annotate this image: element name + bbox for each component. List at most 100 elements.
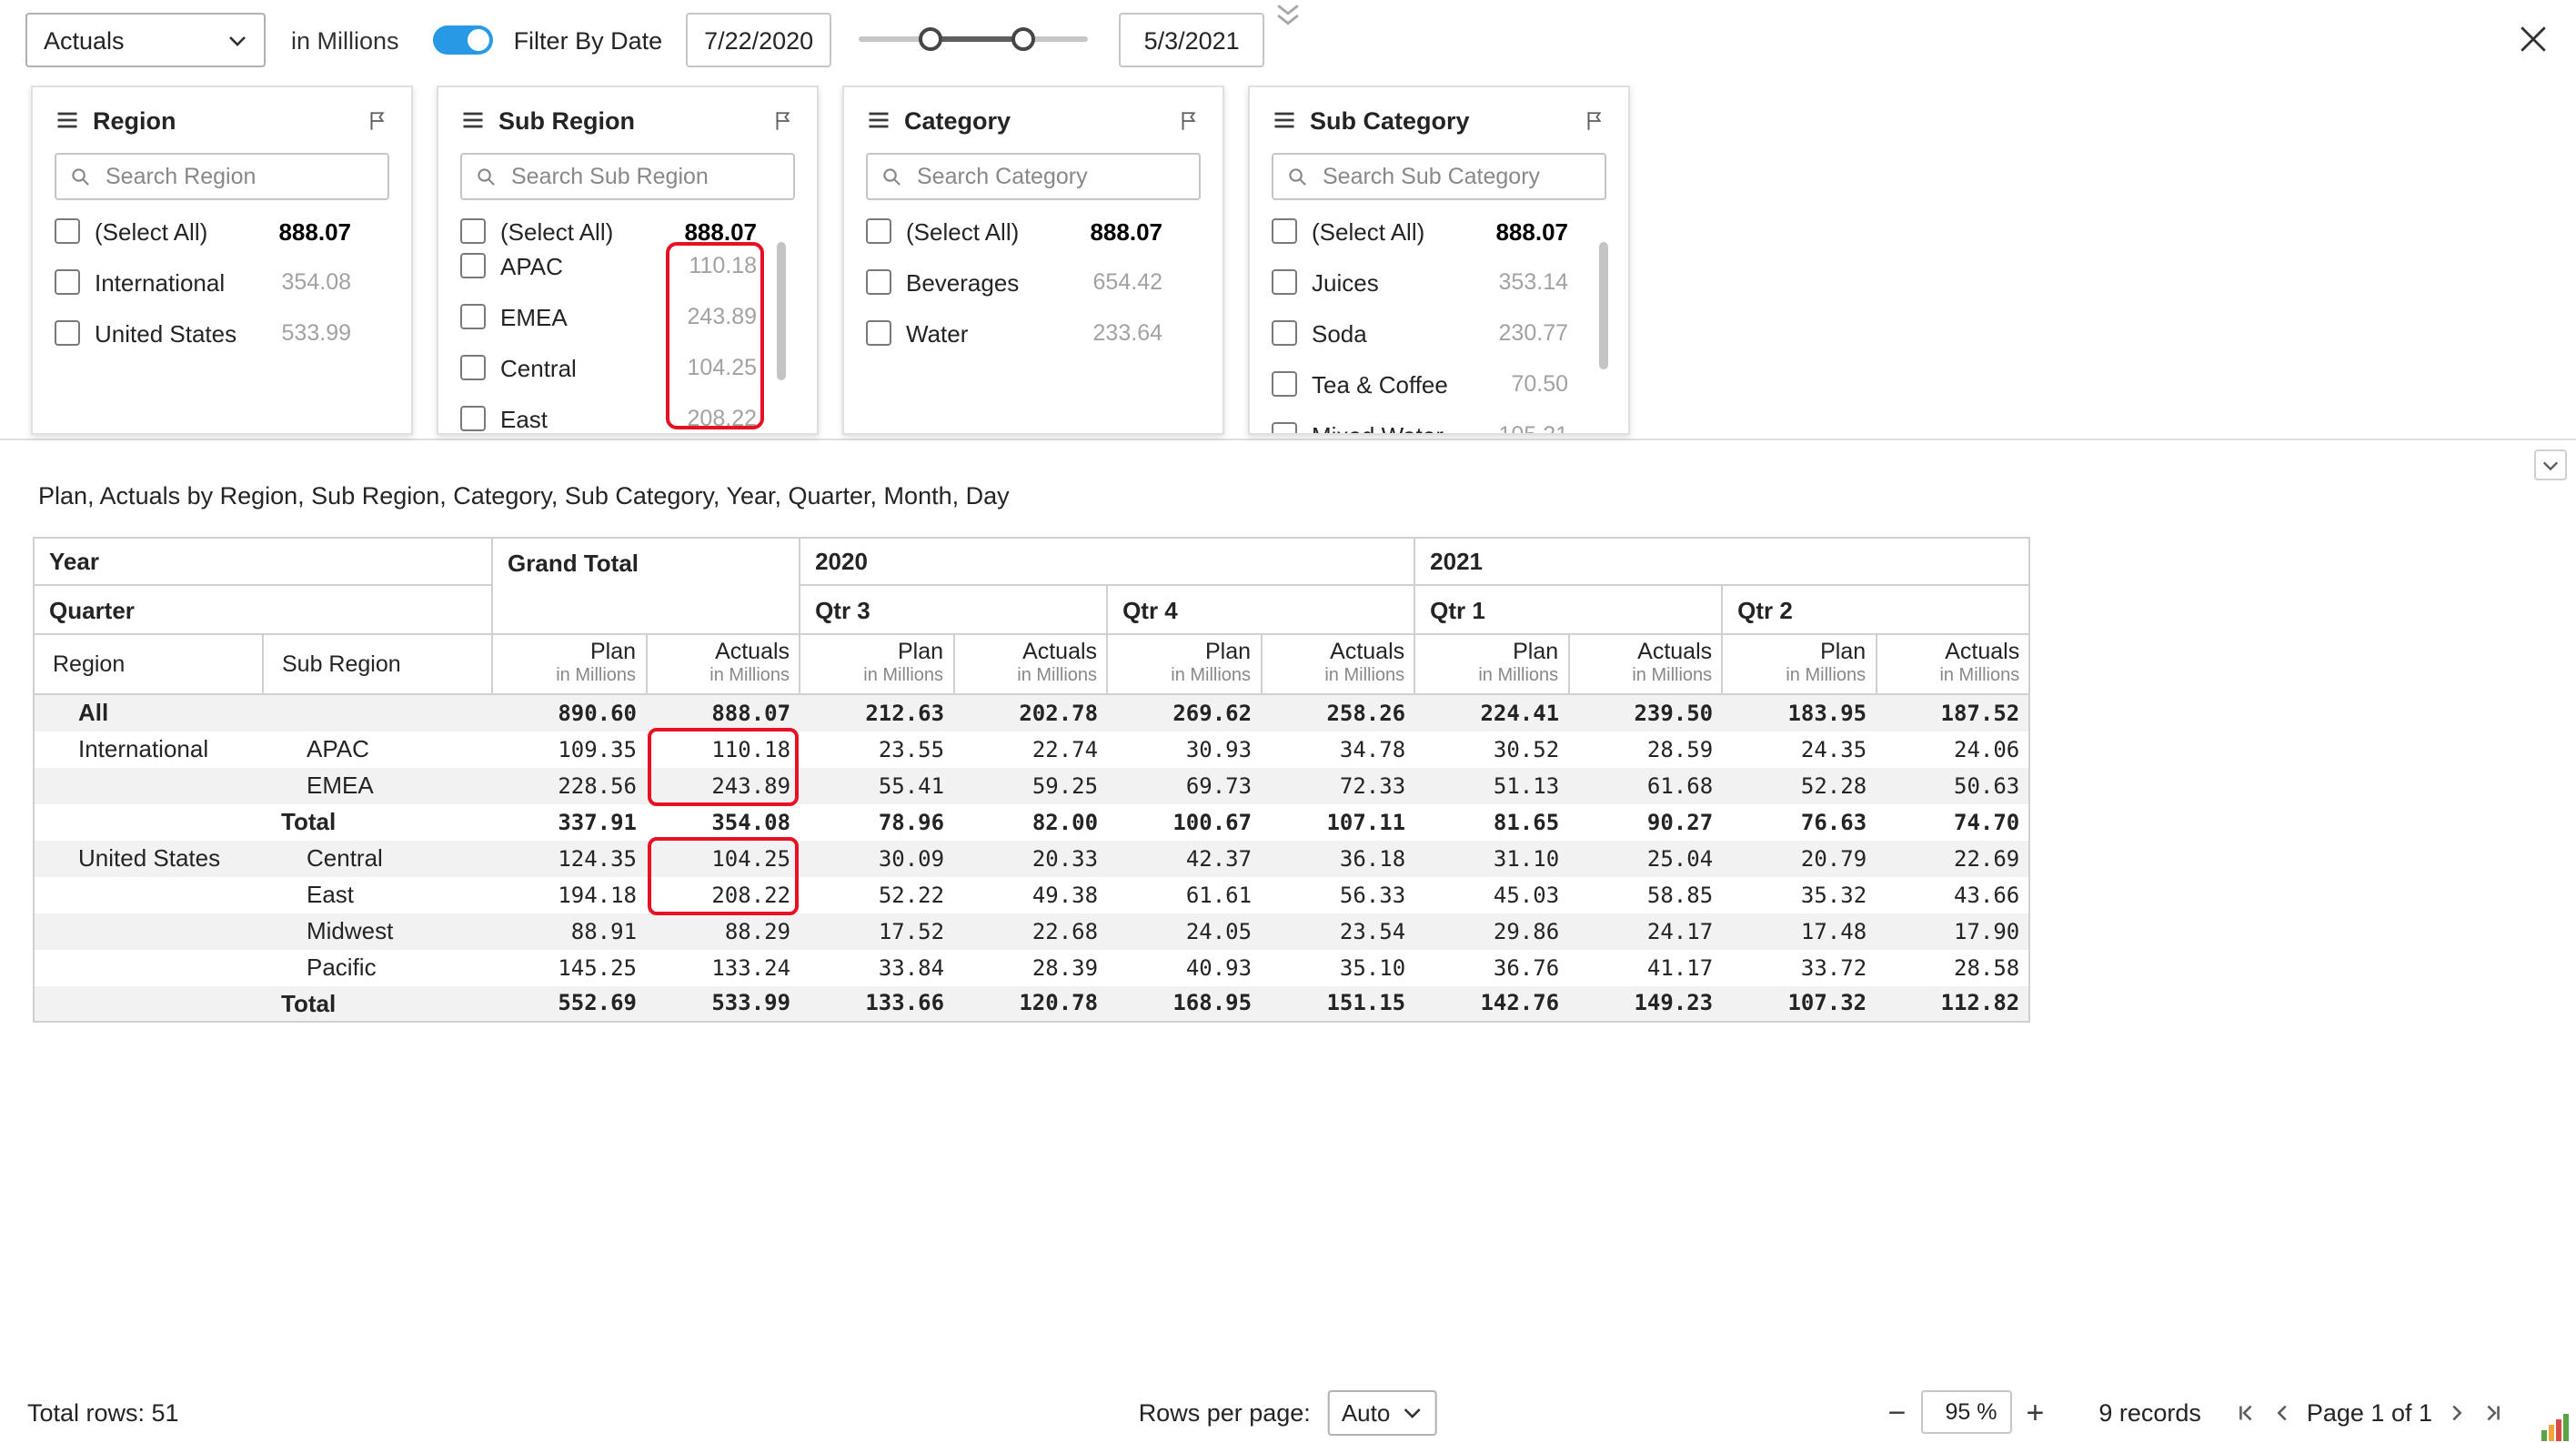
date-start-input[interactable] [686, 13, 831, 67]
slider-handle-end[interactable] [1011, 27, 1035, 51]
value-cell[interactable]: 202.78 [953, 694, 1107, 731]
value-cell[interactable]: 41.17 [1568, 949, 1722, 985]
value-cell[interactable]: 56.33 [1261, 876, 1414, 913]
value-cell[interactable]: 25.04 [1568, 840, 1722, 876]
measure-select[interactable]: Actuals [25, 13, 266, 67]
value-cell[interactable]: 120.78 [953, 985, 1107, 1022]
checkbox[interactable] [55, 320, 80, 346]
value-cell[interactable]: 104.25 [646, 840, 800, 876]
value-cell[interactable]: 337.91 [492, 803, 646, 840]
value-cell[interactable]: 187.52 [1876, 694, 2029, 731]
value-cell[interactable]: 17.90 [1876, 913, 2029, 949]
checkbox[interactable] [460, 304, 486, 329]
value-cell[interactable]: 40.93 [1107, 949, 1261, 985]
value-cell[interactable]: 28.58 [1876, 949, 2029, 985]
value-cell[interactable]: 109.35 [492, 731, 646, 767]
search-input[interactable] [1319, 162, 1592, 191]
value-cell[interactable]: 243.89 [646, 767, 800, 803]
last-page-icon[interactable] [2481, 1400, 2505, 1424]
value-cell[interactable]: 33.84 [800, 949, 953, 985]
filter-item-emea[interactable]: EMEA243.89 [460, 291, 795, 342]
value-cell[interactable]: 133.24 [646, 949, 800, 985]
value-cell[interactable]: 23.54 [1261, 913, 1414, 949]
filter-item-select-all[interactable]: (Select All)888.07 [866, 206, 1201, 257]
checkbox[interactable] [866, 218, 891, 244]
rows-per-page-select[interactable]: Auto [1327, 1389, 1438, 1435]
close-icon[interactable] [2518, 24, 2549, 55]
checkbox[interactable] [1272, 371, 1297, 397]
filter-item-mixed-water[interactable]: Mixed Water105.21 [1272, 409, 1606, 435]
value-cell[interactable]: 228.56 [492, 767, 646, 803]
value-cell[interactable]: 22.74 [953, 731, 1107, 767]
value-cell[interactable]: 224.41 [1414, 694, 1568, 731]
sub-region-cell[interactable]: Central [263, 840, 492, 876]
value-cell[interactable]: 24.35 [1722, 731, 1876, 767]
value-cell[interactable]: 22.68 [953, 913, 1107, 949]
filter-item-central[interactable]: Central104.25 [460, 342, 795, 393]
value-cell[interactable]: 31.10 [1414, 840, 1568, 876]
value-cell[interactable]: 34.78 [1261, 731, 1414, 767]
value-cell[interactable]: 28.59 [1568, 731, 1722, 767]
value-cell[interactable]: 107.11 [1261, 803, 1414, 840]
checkbox[interactable] [866, 320, 891, 346]
value-cell[interactable]: 58.85 [1568, 876, 1722, 913]
checkbox[interactable] [1272, 218, 1297, 244]
checkbox[interactable] [55, 269, 80, 295]
value-cell[interactable]: 33.72 [1722, 949, 1876, 985]
value-cell[interactable]: 17.48 [1722, 913, 1876, 949]
checkbox[interactable] [460, 355, 486, 380]
region-cell[interactable] [34, 985, 263, 1022]
search-input[interactable] [913, 162, 1186, 191]
sub-region-cell[interactable] [263, 694, 492, 731]
checkbox[interactable] [866, 269, 891, 295]
search-input[interactable] [508, 162, 780, 191]
filter-item-tea--coffee[interactable]: Tea & Coffee70.50 [1272, 358, 1606, 409]
value-cell[interactable]: 20.33 [953, 840, 1107, 876]
value-cell[interactable]: 890.60 [492, 694, 646, 731]
value-cell[interactable]: 61.68 [1568, 767, 1722, 803]
value-cell[interactable]: 49.38 [953, 876, 1107, 913]
value-cell[interactable]: 22.69 [1876, 840, 2029, 876]
value-cell[interactable]: 107.32 [1722, 985, 1876, 1022]
value-cell[interactable]: 29.86 [1414, 913, 1568, 949]
value-cell[interactable]: 72.33 [1261, 767, 1414, 803]
value-cell[interactable]: 51.13 [1414, 767, 1568, 803]
zoom-out-button[interactable]: − [1881, 1397, 1914, 1428]
value-cell[interactable]: 45.03 [1414, 876, 1568, 913]
value-cell[interactable]: 145.25 [492, 949, 646, 985]
zoom-in-button[interactable]: + [2018, 1397, 2051, 1428]
next-page-icon[interactable] [2445, 1400, 2469, 1424]
value-cell[interactable]: 69.73 [1107, 767, 1261, 803]
sub-region-cell[interactable]: EMEA [263, 767, 492, 803]
value-cell[interactable]: 42.37 [1107, 840, 1261, 876]
value-cell[interactable]: 28.39 [953, 949, 1107, 985]
panel-search[interactable] [460, 153, 795, 200]
value-cell[interactable]: 212.63 [800, 694, 953, 731]
value-cell[interactable]: 194.18 [492, 876, 646, 913]
value-cell[interactable]: 23.55 [800, 731, 953, 767]
value-cell[interactable]: 110.18 [646, 731, 800, 767]
checkbox[interactable] [55, 218, 80, 244]
filter-item-select-all[interactable]: (Select All)888.07 [1272, 206, 1606, 257]
value-cell[interactable]: 55.41 [800, 767, 953, 803]
value-cell[interactable]: 36.76 [1414, 949, 1568, 985]
value-cell[interactable]: 88.91 [492, 913, 646, 949]
value-cell[interactable]: 82.00 [953, 803, 1107, 840]
filter-item-beverages[interactable]: Beverages654.42 [866, 257, 1201, 308]
region-cell[interactable] [34, 949, 263, 985]
value-cell[interactable]: 24.17 [1568, 913, 1722, 949]
filter-item-juices[interactable]: Juices353.14 [1272, 257, 1606, 308]
value-cell[interactable]: 888.07 [646, 694, 800, 731]
search-input[interactable] [102, 162, 375, 191]
panel-search[interactable] [55, 153, 389, 200]
sub-region-cell[interactable]: Pacific [263, 949, 492, 985]
value-cell[interactable]: 208.22 [646, 876, 800, 913]
value-cell[interactable]: 24.05 [1107, 913, 1261, 949]
panel-search[interactable] [1272, 153, 1606, 200]
value-cell[interactable]: 124.35 [492, 840, 646, 876]
sub-region-cell[interactable]: Midwest [263, 913, 492, 949]
value-cell[interactable]: 43.66 [1876, 876, 2029, 913]
value-cell[interactable]: 133.66 [800, 985, 953, 1022]
value-cell[interactable]: 258.26 [1261, 694, 1414, 731]
value-cell[interactable]: 35.10 [1261, 949, 1414, 985]
